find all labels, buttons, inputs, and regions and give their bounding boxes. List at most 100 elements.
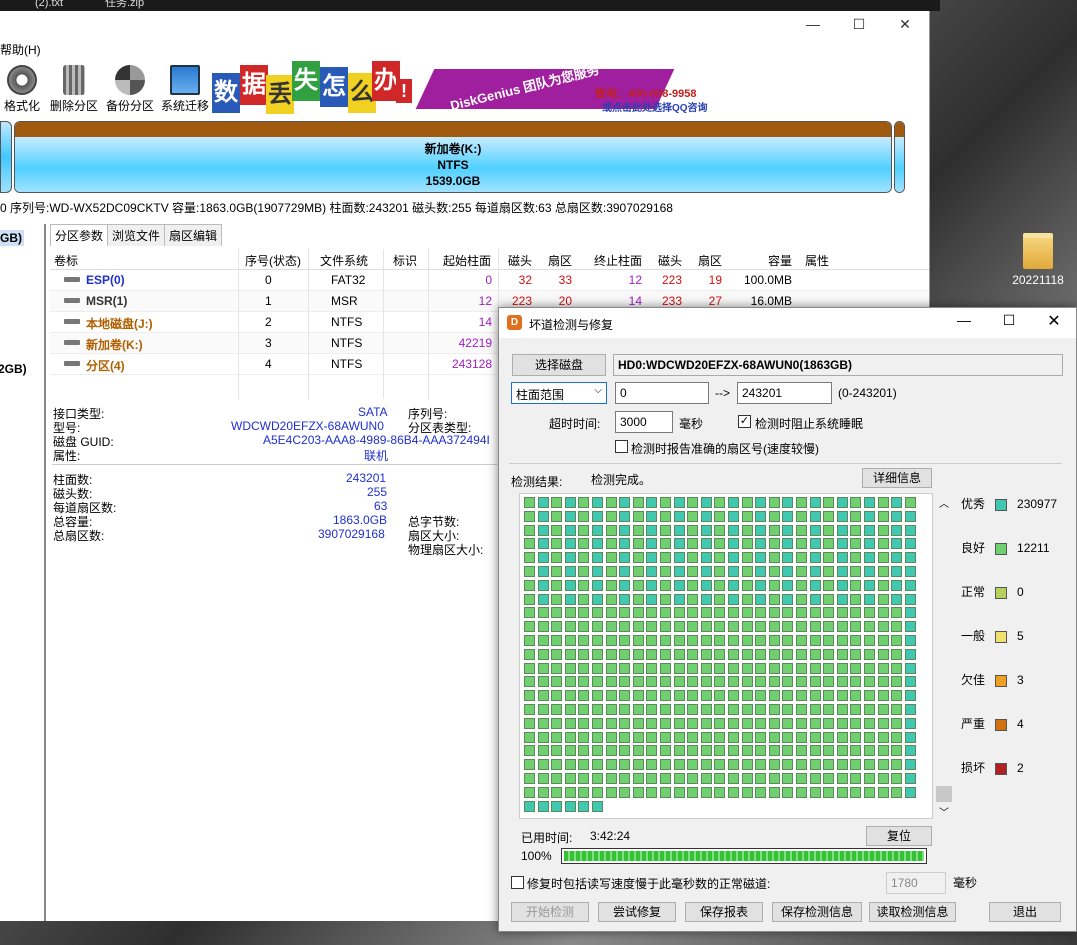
grid-cell[interactable] <box>714 745 726 757</box>
grid-cell[interactable] <box>850 662 862 674</box>
grid-cell[interactable] <box>700 524 712 536</box>
grid-cell[interactable] <box>836 662 848 674</box>
grid-cell[interactable] <box>755 676 767 688</box>
grid-cell[interactable] <box>823 676 835 688</box>
grid-cell[interactable] <box>578 704 590 715</box>
grid-cell[interactable] <box>524 524 535 536</box>
grid-cell[interactable] <box>632 552 644 564</box>
grid-cell[interactable] <box>741 662 753 674</box>
grid-cell[interactable] <box>714 690 726 702</box>
grid-cell[interactable] <box>714 621 726 633</box>
grid-cell[interactable] <box>782 538 794 550</box>
grid-cell[interactable] <box>768 704 780 715</box>
grid-cell[interactable] <box>864 690 875 702</box>
grid-cell[interactable] <box>537 662 549 674</box>
grid-cell[interactable] <box>700 676 712 688</box>
grid-cell[interactable] <box>660 759 671 771</box>
grid-cell[interactable] <box>619 607 631 619</box>
grid-cell[interactable] <box>605 566 617 577</box>
grid-cell[interactable] <box>592 648 603 660</box>
grid-cell[interactable] <box>592 717 603 729</box>
grid-cell[interactable] <box>796 538 807 550</box>
grid-cell[interactable] <box>714 579 726 591</box>
grid-cell[interactable] <box>755 621 767 633</box>
grid-cell[interactable] <box>551 593 563 605</box>
grid-cell[interactable] <box>687 731 699 743</box>
grid-cell[interactable] <box>660 676 671 688</box>
maximize-button[interactable]: ☐ <box>836 11 882 37</box>
grid-cell[interactable] <box>592 524 603 536</box>
grid-cell[interactable] <box>605 510 617 522</box>
grid-cell[interactable] <box>728 786 739 798</box>
grid-cell[interactable] <box>782 566 794 577</box>
grid-cell[interactable] <box>660 786 671 798</box>
minimize-button[interactable]: — <box>790 11 836 37</box>
grid-cell[interactable] <box>714 731 726 743</box>
grid-cell[interactable] <box>524 635 535 646</box>
grid-cell[interactable] <box>741 538 753 550</box>
grid-cell[interactable] <box>632 524 644 536</box>
grid-cell[interactable] <box>891 759 903 771</box>
grid-cell[interactable] <box>646 717 658 729</box>
grid-cell[interactable] <box>864 717 875 729</box>
grid-cell[interactable] <box>524 662 535 674</box>
grid-cell[interactable] <box>605 607 617 619</box>
grid-cell[interactable] <box>823 593 835 605</box>
grid-cell[interactable] <box>755 690 767 702</box>
grid-cell[interactable] <box>782 786 794 798</box>
grid-cell[interactable] <box>891 566 903 577</box>
grid-cell[interactable] <box>823 607 835 619</box>
grid-cell[interactable] <box>755 745 767 757</box>
grid-cell[interactable] <box>741 676 753 688</box>
grid-cell[interactable] <box>646 662 658 674</box>
col-header[interactable]: 起始柱面 <box>443 252 491 269</box>
grid-cell[interactable] <box>673 786 685 798</box>
grid-cell[interactable] <box>782 579 794 591</box>
grid-cell[interactable] <box>782 607 794 619</box>
grid-cell[interactable] <box>864 745 875 757</box>
grid-cell[interactable] <box>524 552 535 564</box>
grid-cell[interactable] <box>619 745 631 757</box>
dialog-maximize-button[interactable]: ☐ <box>989 312 1029 329</box>
grid-cell[interactable] <box>782 552 794 564</box>
grid-cell[interactable] <box>741 717 753 729</box>
grid-cell[interactable] <box>904 635 916 646</box>
grid-cell[interactable] <box>823 497 835 508</box>
grid-cell[interactable] <box>551 731 563 743</box>
grid-cell[interactable] <box>728 648 739 660</box>
grid-cell[interactable] <box>632 538 644 550</box>
backup-partition-button[interactable]: 备份分区 <box>104 65 156 114</box>
grid-cell[interactable] <box>796 497 807 508</box>
grid-cell[interactable] <box>877 552 889 564</box>
grid-cell[interactable] <box>741 690 753 702</box>
grid-cell[interactable] <box>728 552 739 564</box>
grid-cell[interactable] <box>864 497 875 508</box>
grid-cell[interactable] <box>687 538 699 550</box>
grid-cell[interactable] <box>864 538 875 550</box>
grid-cell[interactable] <box>809 773 821 784</box>
grid-cell[interactable] <box>660 662 671 674</box>
grid-cell[interactable] <box>687 621 699 633</box>
col-header[interactable]: 文件系统 <box>320 252 368 269</box>
grid-cell[interactable] <box>700 648 712 660</box>
grid-cell[interactable] <box>673 690 685 702</box>
report-sector-checkbox[interactable] <box>615 440 628 453</box>
grid-cell[interactable] <box>809 552 821 564</box>
grid-cell[interactable] <box>592 731 603 743</box>
grid-cell[interactable] <box>551 510 563 522</box>
range-to-input[interactable]: 243201 <box>737 382 832 404</box>
repair-slow-checkbox[interactable] <box>511 876 524 889</box>
select-disk-button[interactable]: 选择磁盘 <box>512 354 606 376</box>
grid-cell[interactable] <box>700 635 712 646</box>
grid-cell[interactable] <box>592 566 603 577</box>
grid-cell[interactable] <box>592 593 603 605</box>
grid-cell[interactable] <box>755 538 767 550</box>
grid-cell[interactable] <box>782 759 794 771</box>
grid-cell[interactable] <box>768 676 780 688</box>
grid-cell[interactable] <box>891 635 903 646</box>
grid-cell[interactable] <box>741 524 753 536</box>
grid-cell[interactable] <box>768 552 780 564</box>
grid-cell[interactable] <box>714 704 726 715</box>
range-from-input[interactable]: 0 <box>615 382 709 404</box>
grid-cell[interactable] <box>728 621 739 633</box>
